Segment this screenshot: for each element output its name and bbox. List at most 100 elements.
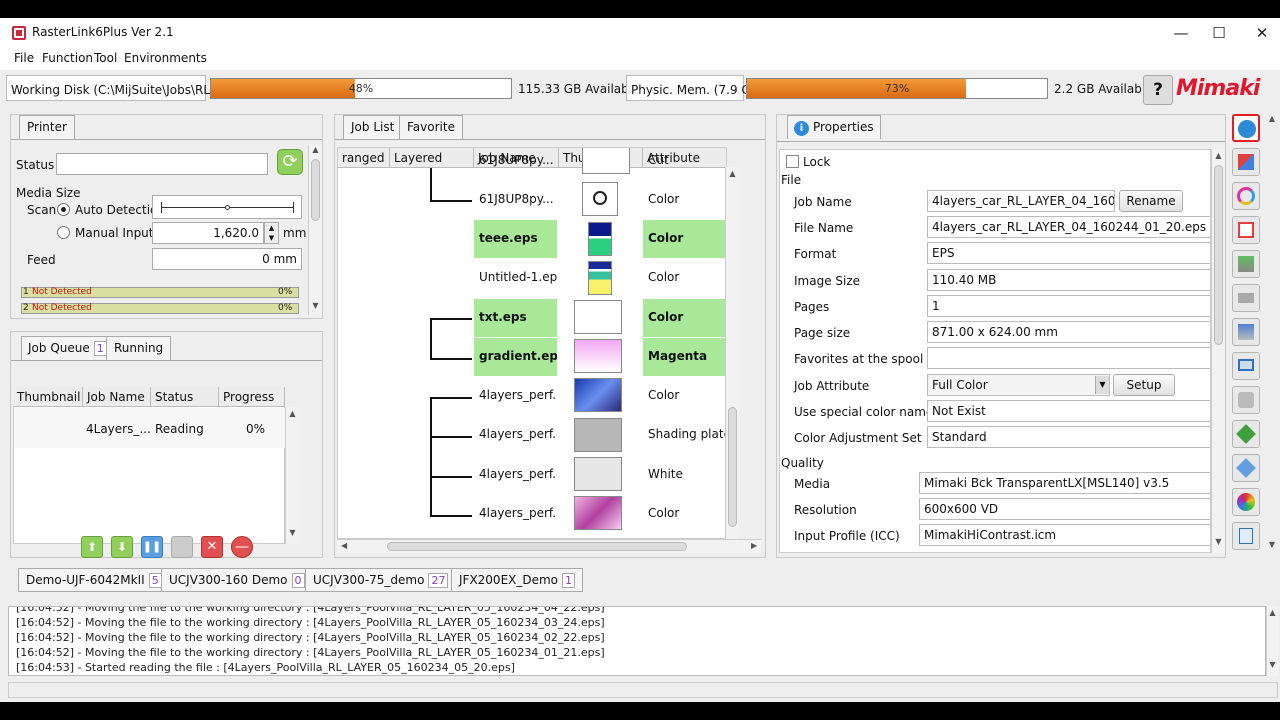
pages-label: Pages	[794, 300, 830, 314]
tab-properties[interactable]: i Properties	[787, 115, 881, 139]
job-thumbnail	[574, 339, 622, 373]
play-icon[interactable]	[171, 536, 193, 558]
job-name-cell[interactable]: 4layers_perf...	[474, 495, 557, 533]
printer-tab-demo-ujf[interactable]: Demo-UJF-6042MkII 5	[18, 568, 170, 592]
manual-input-field[interactable]: 1,620.0	[152, 222, 264, 244]
media-label: Media	[794, 477, 831, 491]
info-icon: i	[794, 121, 809, 136]
auto-detection-radio[interactable]	[57, 203, 70, 216]
move-up-icon[interactable]: ⬆	[81, 536, 103, 558]
monitor-tool-icon[interactable]	[1232, 352, 1260, 380]
memory-progress: 73%	[746, 78, 1048, 99]
job-name-cell[interactable]: 4layers_perf...	[474, 456, 557, 494]
move-tool-icon[interactable]	[1232, 420, 1260, 448]
layout-tool-icon[interactable]	[1232, 148, 1260, 176]
properties-tool-icon[interactable]	[1232, 114, 1260, 142]
title-bar: RasterLink6Plus Ver 2.1 — ☐ ✕	[0, 18, 1280, 48]
help-button[interactable]: ?	[1143, 75, 1173, 105]
manual-input-radio[interactable]	[57, 226, 70, 239]
tab-properties-label: Properties	[813, 120, 874, 134]
chevron-down-icon[interactable]: ▼	[1095, 376, 1109, 394]
printer-tab-count: 1	[562, 573, 576, 588]
lock-checkbox[interactable]	[786, 155, 799, 168]
queue-header-progress[interactable]: Progress	[219, 387, 285, 407]
cancel-icon[interactable]: ✕	[201, 536, 223, 558]
tab-job-queue[interactable]: Job Queue 1	[21, 336, 114, 360]
queue-header-status[interactable]: Status	[151, 387, 219, 407]
favorites-field[interactable]	[927, 347, 1210, 369]
tree-line	[430, 476, 472, 478]
arrange-tool-icon[interactable]	[1232, 454, 1260, 482]
printer-tab-jfx200ex[interactable]: JFX200EX_Demo 1	[451, 568, 584, 592]
tree-line	[430, 200, 472, 202]
maximize-button[interactable]: ☐	[1196, 18, 1242, 48]
palette-tool-icon[interactable]	[1232, 488, 1260, 516]
log-scrollbar[interactable]: ▲ ▼	[1266, 606, 1278, 676]
job-name-cell[interactable]: gradient.eps	[474, 338, 557, 376]
refresh-icon[interactable]: ⟳	[277, 149, 303, 175]
manual-input-stepper[interactable]: ▲ ▼	[264, 222, 279, 244]
close-button[interactable]: ✕	[1239, 18, 1280, 48]
queue-scrollbar[interactable]: ▲ ▼	[285, 407, 299, 544]
image-size-field: 110.40 MB	[927, 269, 1210, 291]
tree-line	[430, 397, 432, 517]
menu-environments[interactable]: Environments	[124, 51, 207, 65]
scan-label: Scan	[27, 203, 57, 217]
tab-job-list[interactable]: Job List	[343, 115, 403, 139]
color-tool-icon[interactable]	[1232, 182, 1260, 210]
menu-file[interactable]: File	[14, 51, 34, 65]
feed-field[interactable]: 0 mm	[152, 248, 302, 270]
properties-scrollbar[interactable]: ▲ ▼	[1211, 149, 1225, 553]
job-attribute-select[interactable]: Full Color	[927, 374, 1110, 396]
job-name-cell[interactable]: 4layers_perf...	[474, 416, 557, 454]
resource-bar: Working Disk (C:\MijSuite\Jobs\RL01:) 48…	[0, 70, 1280, 106]
queue-header-job-name[interactable]: Job Name	[83, 387, 151, 407]
job-thumbnail	[582, 182, 618, 216]
setup-button[interactable]: Setup	[1113, 374, 1175, 396]
tree-line	[430, 168, 432, 201]
print-tool-icon[interactable]	[1232, 284, 1260, 312]
quality-section-label: Quality	[781, 456, 824, 470]
tab-favorite[interactable]: Favorite	[399, 115, 463, 139]
printer-tab-ucjv300-75[interactable]: UCJV300-75_demo 27	[305, 568, 457, 592]
disabled-tool-icon[interactable]	[1232, 386, 1260, 414]
print-settings-tool-icon[interactable]	[1232, 318, 1260, 346]
printer-tab-ucjv300-160[interactable]: UCJV300-160 Demo 0	[161, 568, 313, 592]
copy-tool-icon[interactable]	[1232, 522, 1260, 550]
tool-column-scrollbar[interactable]: ▲ ▼	[1266, 114, 1278, 554]
job-list-scrollbar[interactable]: ▲	[725, 167, 739, 539]
memory-available: 2.2 GB Available	[1054, 82, 1153, 96]
job-name-cell[interactable]: Untitled-1.eps	[474, 259, 557, 297]
joblist-header-layered[interactable]: Layered	[390, 148, 474, 168]
printer-scrollbar[interactable]: ▲ ▼	[308, 145, 322, 315]
log-panel: [16:04:52] - Moving the file to the work…	[8, 606, 1266, 676]
cut-tool-icon[interactable]	[1232, 216, 1260, 244]
log-line: [16:04:52] - Moving the file to the work…	[16, 616, 605, 629]
job-name-cell[interactable]: 61J8UP8py...	[474, 148, 557, 180]
table-row[interactable]: 4Layers_... Reading 0%	[14, 408, 285, 448]
color-adjustment-label: Color Adjustment Set	[794, 431, 922, 445]
tree-line	[430, 318, 472, 320]
tab-printer[interactable]: Printer	[19, 115, 75, 139]
stop-icon[interactable]: —	[231, 536, 253, 558]
job-name-cell[interactable]: 61J8UP8py...	[474, 181, 557, 219]
rename-button[interactable]: Rename	[1119, 190, 1183, 212]
job-name-field[interactable]: 4layers_car_RL_LAYER_04_1602	[927, 190, 1115, 212]
queue-header-thumbnail[interactable]: Thumbnail	[13, 387, 83, 407]
menu-tool[interactable]: Tool	[94, 51, 117, 65]
tree-line	[430, 397, 472, 399]
menu-function[interactable]: Function	[42, 51, 93, 65]
job-name-cell[interactable]: txt.eps	[474, 299, 557, 337]
joblist-header-arranged[interactable]: ranged	[338, 148, 390, 168]
move-down-icon[interactable]: ⬇	[111, 536, 133, 558]
pause-icon[interactable]: ❚❚	[141, 536, 163, 558]
printer-tab-count: 0	[291, 573, 305, 588]
edit-tool-icon[interactable]	[1232, 250, 1260, 278]
job-name-cell[interactable]: 4layers_perf...	[474, 377, 557, 415]
status-field	[56, 153, 268, 175]
file-section-label: File	[781, 173, 802, 187]
job-list-hscrollbar[interactable]: ◀ ▶	[337, 539, 761, 553]
working-disk-progress: 48%	[210, 78, 512, 99]
job-name-cell[interactable]: teee.eps	[474, 220, 557, 258]
tab-running[interactable]: Running	[106, 336, 172, 360]
